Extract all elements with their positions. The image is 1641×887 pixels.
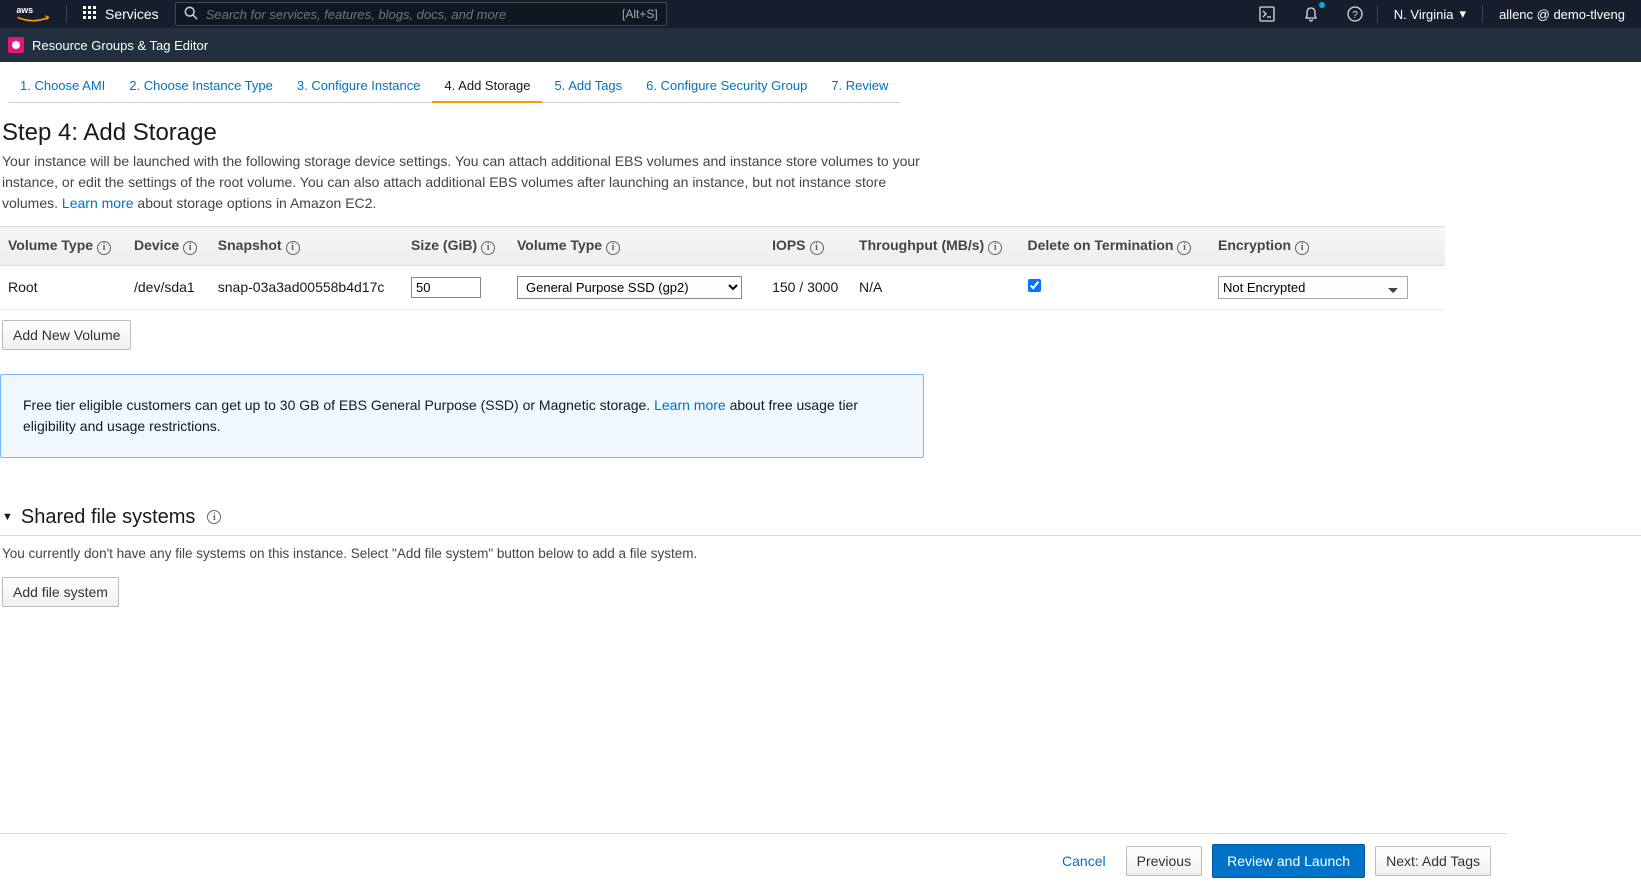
info-text1: Free tier eligible customers can get up …	[23, 397, 654, 413]
services-label: Services	[105, 6, 159, 22]
sfs-title: Shared file systems	[21, 506, 196, 529]
info-icon[interactable]: i	[207, 510, 221, 524]
wizard-tab-choose-ami[interactable]: 1. Choose AMI	[8, 70, 117, 103]
delete-on-termination-checkbox[interactable]	[1028, 279, 1041, 292]
wizard-footer: Cancel Previous Review and Launch Next: …	[0, 833, 1507, 887]
review-and-launch-button[interactable]: Review and Launch	[1212, 844, 1365, 878]
cell-volume-type: Root	[0, 265, 126, 309]
col-delete-on-termination: Delete on Terminationi	[1020, 227, 1210, 266]
aws-logo[interactable]: aws	[0, 4, 66, 24]
info-icon[interactable]: i	[481, 241, 495, 255]
wizard-tab-review[interactable]: 7. Review	[819, 70, 900, 103]
col-volume-type: Volume Typei	[0, 227, 126, 266]
info-icon[interactable]: i	[1295, 241, 1309, 255]
col-encryption: Encryptioni	[1210, 227, 1428, 266]
storage-table: Volume Typei Devicei Snapshoti Size (GiB…	[0, 226, 1445, 310]
grid-icon	[83, 6, 97, 23]
resource-groups-link[interactable]: Resource Groups & Tag Editor	[32, 38, 208, 53]
info-icon[interactable]: i	[97, 241, 111, 255]
free-tier-info-box: Free tier eligible customers can get up …	[0, 374, 924, 458]
shared-file-systems-header[interactable]: ▼ Shared file systems i	[0, 500, 1641, 536]
sub-nav: Resource Groups & Tag Editor	[0, 28, 1641, 62]
step-description: Your instance will be launched with the …	[0, 151, 940, 226]
cell-device: /dev/sda1	[126, 265, 210, 309]
encryption-select[interactable]: Not Encrypted	[1218, 276, 1408, 299]
user-menu[interactable]: allenc @ demo-tlveng	[1483, 7, 1641, 22]
cell-actions	[1428, 265, 1445, 309]
info-icon[interactable]: i	[286, 241, 300, 255]
cell-size	[403, 265, 509, 309]
col-snapshot: Snapshoti	[210, 227, 403, 266]
cloudshell-icon[interactable]	[1245, 0, 1289, 28]
col-volume-type2: Volume Typei	[509, 227, 764, 266]
add-new-volume-button[interactable]: Add New Volume	[2, 320, 131, 350]
table-row: Root /dev/sda1 snap-03a3ad00558b4d17c Ge…	[0, 265, 1445, 309]
cell-snapshot: snap-03a3ad00558b4d17c	[210, 265, 403, 309]
learn-more-link[interactable]: Learn more	[62, 195, 134, 211]
svg-text:?: ?	[1352, 10, 1358, 21]
wizard-tab-configure-instance[interactable]: 3. Configure Instance	[285, 70, 433, 103]
cell-encryption: Not Encrypted	[1210, 265, 1428, 309]
previous-button[interactable]: Previous	[1126, 846, 1202, 876]
wizard-tab-configure-security-group[interactable]: 6. Configure Security Group	[634, 70, 819, 103]
col-size: Size (GiB)i	[403, 227, 509, 266]
wizard-tabs: 1. Choose AMI 2. Choose Instance Type 3.…	[0, 62, 1641, 103]
user-label: allenc @ demo-tlveng	[1499, 7, 1625, 22]
info-icon[interactable]: i	[183, 241, 197, 255]
resource-groups-icon	[8, 37, 24, 53]
step-desc-text2: about storage options in Amazon EC2.	[137, 195, 376, 211]
notifications-icon[interactable]	[1289, 0, 1333, 28]
add-file-system-button[interactable]: Add file system	[2, 577, 119, 607]
region-selector[interactable]: N. Virginia ▾	[1378, 6, 1482, 22]
search-input[interactable]	[206, 7, 614, 22]
search-container[interactable]: [Alt+S]	[175, 2, 667, 26]
info-icon[interactable]: i	[810, 241, 824, 255]
info-icon[interactable]: i	[988, 241, 1002, 255]
next-add-tags-button[interactable]: Next: Add Tags	[1375, 846, 1491, 876]
wizard-tab-choose-instance-type[interactable]: 2. Choose Instance Type	[117, 70, 285, 103]
col-device: Devicei	[126, 227, 210, 266]
col-throughput: Throughput (MB/s)i	[851, 227, 1019, 266]
size-input[interactable]	[411, 277, 481, 298]
step-title: Step 4: Add Storage	[0, 111, 1641, 151]
region-label: N. Virginia	[1394, 7, 1454, 22]
cell-throughput: N/A	[851, 265, 1019, 309]
top-nav-left: aws Services [Alt+S]	[0, 0, 667, 28]
cell-volume-type2: General Purpose SSD (gp2)	[509, 265, 764, 309]
main-content: Step 4: Add Storage Your instance will b…	[0, 103, 1641, 607]
sfs-description: You currently don't have any file system…	[0, 536, 1641, 571]
services-button[interactable]: Services	[67, 6, 175, 23]
cancel-button[interactable]: Cancel	[1052, 847, 1116, 875]
col-actions	[1428, 227, 1445, 266]
info-icon[interactable]: i	[1177, 241, 1191, 255]
chevron-down-icon: ▾	[1460, 6, 1467, 22]
notification-dot	[1319, 2, 1325, 8]
collapse-icon: ▼	[2, 511, 13, 523]
wizard-tab-add-storage[interactable]: 4. Add Storage	[432, 70, 542, 103]
cell-delete-on-termination	[1020, 265, 1210, 309]
search-shortcut: [Alt+S]	[622, 7, 658, 21]
svg-text:aws: aws	[16, 5, 33, 15]
volume-type-select[interactable]: General Purpose SSD (gp2)	[517, 276, 742, 299]
col-iops: IOPSi	[764, 227, 851, 266]
search-icon	[184, 6, 198, 23]
cell-iops: 150 / 3000	[764, 265, 851, 309]
info-icon[interactable]: i	[606, 241, 620, 255]
top-nav: aws Services [Alt+S] ? N.	[0, 0, 1641, 28]
help-icon[interactable]: ?	[1333, 0, 1377, 28]
info-learn-more-link[interactable]: Learn more	[654, 397, 726, 413]
top-nav-right: ? N. Virginia ▾ allenc @ demo-tlveng	[1245, 0, 1641, 28]
table-header-row: Volume Typei Devicei Snapshoti Size (GiB…	[0, 227, 1445, 266]
wizard-tab-add-tags[interactable]: 5. Add Tags	[542, 70, 634, 103]
